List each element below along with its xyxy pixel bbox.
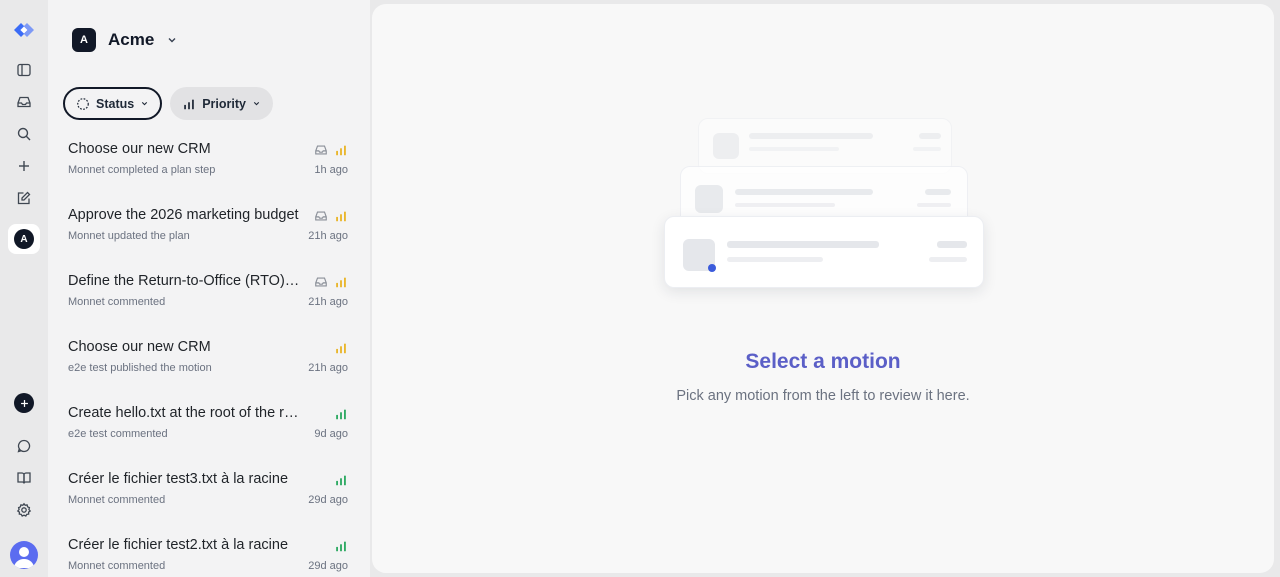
motion-timestamp: 9d ago (314, 428, 348, 440)
motion-title: Define the Return-to-Office (RTO) policy (68, 273, 300, 289)
item-indicators (314, 143, 348, 157)
motion-list: Choose our new CRM Monnet completed a pl… (48, 132, 370, 577)
unread-dot (708, 264, 716, 272)
list-item[interactable]: Create hello.txt at the root of the repo… (48, 396, 370, 462)
chat-icon[interactable] (8, 432, 40, 460)
workspace-name: Acme (108, 30, 155, 49)
item-indicators (334, 539, 348, 553)
filter-bar: Status Priority (63, 87, 273, 120)
icon-rail: A (0, 0, 48, 577)
user-avatar[interactable] (8, 540, 40, 570)
motion-title: Choose our new CRM (68, 339, 211, 355)
empty-state-subtitle: Pick any motion from the left to review … (676, 388, 970, 404)
motions-list-panel: A Acme Status Priority Choose our new CR… (48, 0, 370, 577)
priority-bars-icon (184, 99, 195, 109)
inbox-icon[interactable] (8, 88, 40, 116)
sidebar-toggle-icon[interactable] (8, 56, 40, 84)
workspace-logo: A (72, 28, 96, 52)
empty-state-title: Select a motion (745, 350, 901, 373)
motion-activity: Monnet commented (68, 560, 166, 572)
list-item[interactable]: Approve the 2026 marketing budget Monnet… (48, 198, 370, 264)
search-icon[interactable] (8, 120, 40, 148)
motion-timestamp: 29d ago (308, 494, 348, 506)
list-item[interactable]: Define the Return-to-Office (RTO) policy… (48, 264, 370, 330)
priority-bars-icon (336, 343, 346, 354)
motion-activity: Monnet completed a plan step (68, 164, 216, 176)
motion-activity: e2e test commented (68, 428, 168, 440)
motion-activity: e2e test published the motion (68, 362, 212, 374)
priority-bars-icon (336, 211, 346, 222)
item-indicators (314, 275, 348, 289)
list-item[interactable]: Créer le fichier test2.txt à la racine M… (48, 528, 370, 577)
status-filter-label: Status (96, 96, 135, 111)
app-logo-icon[interactable] (8, 16, 40, 44)
plus-icon[interactable] (8, 152, 40, 180)
workspace-initial: A (14, 229, 34, 249)
inbox-icon (315, 211, 327, 221)
motion-title: Approve the 2026 marketing budget (68, 207, 299, 223)
detail-panel: Select a motion Pick any motion from the… (372, 4, 1274, 573)
workspace-switcher[interactable]: A Acme (72, 28, 178, 52)
placeholder-card (664, 216, 984, 288)
status-dashed-circle-icon (77, 97, 89, 110)
motion-activity: Monnet commented (68, 494, 166, 506)
workspace-avatar[interactable]: A (8, 224, 40, 254)
status-filter-button[interactable]: Status (63, 87, 163, 120)
empty-state-illustration (664, 118, 984, 298)
motion-title: Créer le fichier test3.txt à la racine (68, 471, 289, 487)
list-item[interactable]: Créer le fichier test3.txt à la racine M… (48, 462, 370, 528)
list-item[interactable]: Choose our new CRM Monnet completed a pl… (48, 132, 370, 198)
priority-bars-icon (336, 277, 346, 288)
chevron-down-icon (168, 38, 176, 43)
motion-timestamp: 21h ago (308, 362, 348, 374)
priority-bars-icon (336, 475, 346, 486)
item-indicators (334, 341, 348, 355)
docs-book-icon[interactable] (8, 464, 40, 492)
chevron-down-icon (142, 101, 148, 106)
motion-activity: Monnet commented (68, 296, 166, 308)
priority-bars-icon (336, 145, 346, 156)
new-circle-icon[interactable] (8, 389, 40, 417)
item-indicators (314, 209, 348, 223)
motion-title: Créer le fichier test2.txt à la racine (68, 537, 289, 553)
item-indicators (334, 407, 348, 421)
priority-filter-button[interactable]: Priority (170, 87, 273, 120)
compose-icon[interactable] (8, 184, 40, 212)
motion-timestamp: 1h ago (314, 164, 348, 176)
list-item[interactable]: Choose our new CRM e2e test published th… (48, 330, 370, 396)
settings-icon[interactable] (8, 496, 40, 524)
priority-bars-icon (336, 541, 346, 552)
item-indicators (334, 473, 348, 487)
motion-timestamp: 21h ago (308, 296, 348, 308)
motion-timestamp: 21h ago (308, 230, 348, 242)
inbox-icon (315, 145, 327, 155)
motion-title: Choose our new CRM (68, 141, 211, 157)
priority-filter-label: Priority (202, 96, 246, 111)
inbox-icon (315, 277, 327, 287)
priority-bars-icon (336, 409, 346, 420)
motion-timestamp: 29d ago (308, 560, 348, 572)
chevron-down-icon (253, 101, 260, 106)
motion-title: Create hello.txt at the root of the repo (68, 405, 300, 421)
motion-activity: Monnet updated the plan (68, 230, 190, 242)
